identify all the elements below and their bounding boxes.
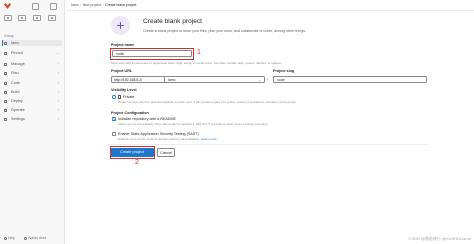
- chevron-down-icon: ⌄: [258, 78, 261, 82]
- breadcrumb-item-iamc[interactable]: Iamc: [71, 3, 79, 7]
- configuration-label: Project Configuration: [111, 111, 149, 115]
- sidebar-item-label: Operate: [11, 108, 25, 112]
- readme-label: Initialize repository with a README: [118, 117, 176, 121]
- plus-icon: +: [116, 17, 125, 33]
- user-avatar-icon[interactable]: [50, 3, 57, 10]
- sidebar-item-plan[interactable]: Plan ›: [2, 70, 62, 76]
- sidebar-item-label: Pinned: [11, 51, 23, 55]
- readme-checkbox[interactable]: [112, 117, 116, 121]
- planning-icon: [4, 71, 7, 75]
- breadcrumb-separator: /: [102, 3, 104, 7]
- project-name-label: Project name: [111, 43, 135, 47]
- sidebar-footer: Help Admin Area: [4, 236, 46, 240]
- sidebar-item-label: Settings: [11, 117, 25, 121]
- chevron-right-icon: ›: [57, 117, 59, 121]
- sidebar-item-build[interactable]: Build ›: [2, 89, 62, 95]
- sast-label: Enable Static Application Security Testi…: [118, 132, 199, 136]
- admin-label: Admin Area: [28, 236, 47, 240]
- annotation-number-2: 2: [135, 159, 139, 166]
- form-divider: [110, 144, 428, 145]
- watermark: CSDN @隐若修行 @XUSHUGame: [408, 236, 471, 241]
- group-avatar-icon: [4, 41, 7, 45]
- project-illustration: +: [111, 16, 130, 35]
- namespace-value: Iamc: [168, 78, 176, 82]
- breadcrumb-separator: /: [80, 3, 82, 7]
- sidebar-item-deploy[interactable]: Deploy ›: [2, 98, 62, 104]
- rocket-icon: [4, 90, 7, 94]
- chevron-right-icon: ›: [57, 108, 59, 112]
- project-name-help: Must start with a lowercase or uppercase…: [111, 61, 282, 65]
- chevron-right-icon: ›: [57, 99, 59, 103]
- active-indicator: [2, 40, 3, 46]
- chevron-right-icon: ›: [57, 71, 59, 75]
- project-url-prefix: http://192.168.6.2/: [111, 76, 164, 83]
- visibility-private-radio[interactable]: [112, 95, 116, 99]
- visibility-label: Visibility Level: [111, 88, 137, 92]
- project-slug-input[interactable]: code: [273, 76, 427, 83]
- page-title: Create blank project: [143, 18, 203, 25]
- sidebar-item-pinned[interactable]: Pinned ⌄: [2, 50, 62, 56]
- project-slug-label: Project slug: [273, 69, 295, 73]
- help-label: Help: [8, 236, 16, 240]
- sidebar-item-settings[interactable]: Settings ›: [2, 116, 62, 122]
- breadcrumb-item-new-project[interactable]: New project: [83, 3, 101, 7]
- cloud-icon: [4, 108, 7, 112]
- sast-help: Analyze your source code for known secur…: [118, 137, 217, 141]
- sidebar-item-label: Plan: [11, 71, 19, 75]
- issues-icon[interactable]: [18, 15, 26, 21]
- chevron-right-icon: ›: [57, 90, 59, 94]
- sidebar-item-operate[interactable]: Operate ›: [2, 107, 62, 113]
- readme-help: Allows you to immediately clone this pro…: [118, 122, 269, 126]
- chevron-right-icon: ›: [57, 62, 59, 66]
- chevron-down-icon: ⌄: [56, 51, 59, 55]
- breadcrumb: Iamc / New project / Create blank project: [71, 3, 136, 7]
- learn-more-link[interactable]: Learn more.: [201, 137, 218, 141]
- gitlab-logo-icon[interactable]: [4, 3, 11, 9]
- sidebar-item-label: Manage: [11, 62, 25, 66]
- breadcrumb-item-current: Create blank project: [105, 3, 137, 7]
- merge-requests-icon[interactable]: [33, 15, 41, 21]
- sidebar-item-iamc[interactable]: Iamc: [2, 40, 62, 46]
- code-icon: [4, 81, 7, 85]
- url-separator: /: [267, 76, 269, 81]
- help-link[interactable]: Help: [4, 236, 15, 240]
- todo-icon[interactable]: [48, 15, 56, 21]
- visibility-help: Project access must be granted explicitl…: [118, 100, 297, 104]
- deploy-icon: [4, 99, 7, 103]
- help-icon: [4, 236, 7, 240]
- cancel-button[interactable]: Cancel: [157, 148, 175, 157]
- gear-icon: [4, 117, 7, 121]
- admin-icon: [24, 236, 28, 240]
- page-subtitle: Create a blank project to store your fil…: [143, 29, 307, 33]
- sast-checkbox[interactable]: [112, 132, 116, 136]
- lock-icon: [118, 95, 121, 99]
- create-new-icon[interactable]: [32, 3, 39, 10]
- visibility-private-label: Private: [123, 95, 135, 99]
- header-divider: [66, 10, 474, 11]
- project-url-label: Project URL: [111, 69, 133, 73]
- annotation-number-1: 1: [197, 49, 201, 56]
- sidebar-item-manage[interactable]: Manage ›: [2, 61, 62, 67]
- namespace-select[interactable]: Iamc ⌄: [164, 76, 265, 83]
- sidebar-item-label: Deploy: [11, 99, 23, 103]
- sidebar-item-label: Iamc: [11, 41, 20, 45]
- sidebar-toggle-icon[interactable]: [4, 15, 12, 21]
- chevron-right-icon: ›: [57, 81, 59, 85]
- admin-area-link[interactable]: Admin Area: [24, 236, 46, 240]
- sidebar: Group Iamc Pinned ⌄ Manage › Plan › Code…: [0, 0, 65, 244]
- sidebar-item-label: Build: [11, 90, 20, 94]
- users-icon: [4, 62, 7, 66]
- sidebar-item-code[interactable]: Code ›: [2, 80, 62, 86]
- annotation-box-1: [110, 48, 194, 60]
- sast-help-text: Analyze your source code for known secur…: [118, 137, 200, 141]
- sidebar-group-label: Group: [4, 34, 14, 38]
- annotation-box-2: [110, 146, 155, 159]
- sidebar-item-label: Code: [11, 81, 21, 85]
- pin-icon: [4, 51, 7, 55]
